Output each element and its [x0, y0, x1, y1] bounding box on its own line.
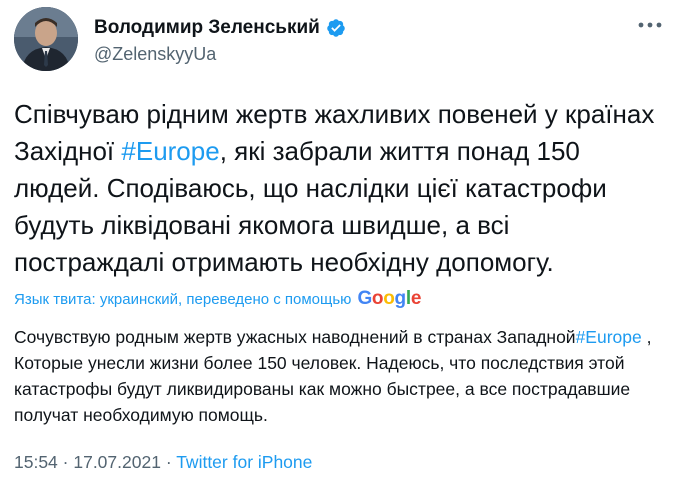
hashtag-link[interactable]: #Europe [121, 136, 219, 166]
meta-separator: · [57, 452, 74, 472]
tweet-text: Співчуваю рідним жертв жахливих повеней … [14, 96, 664, 281]
meta-separator: · [160, 452, 177, 472]
more-options-icon[interactable] [638, 21, 662, 29]
translation-notice-label: Язык твита: украинский, переведено с пом… [14, 290, 352, 308]
avatar-photo [14, 7, 78, 71]
tweet-header: Володимир Зеленський @ZelenskyyUa [14, 7, 666, 71]
author-handle[interactable]: @ZelenskyyUa [94, 44, 216, 65]
translation-notice[interactable]: Язык твита: украинский, переведено с пом… [14, 288, 421, 310]
tweet-time[interactable]: 15:54 [14, 452, 58, 472]
verified-badge-icon [327, 19, 345, 37]
tweet-date[interactable]: 17.07.2021 [73, 452, 161, 472]
translated-hashtag-link[interactable]: #Europe [576, 327, 642, 347]
author-name[interactable]: Володимир Зеленський [94, 17, 320, 39]
google-logo: Google [357, 288, 422, 309]
tweet-meta: 15:54 · 17.07.2021 · Twitter for iPhone [14, 452, 312, 473]
tweet-source-link[interactable]: Twitter for iPhone [176, 452, 312, 472]
translated-text: Сочувствую родным жертв ужасных наводнен… [14, 324, 664, 428]
avatar[interactable] [14, 7, 78, 71]
author-name-row: Володимир Зеленський [94, 17, 346, 39]
translated-text-part1: Сочувствую родным жертв ужасных наводнен… [14, 327, 576, 347]
